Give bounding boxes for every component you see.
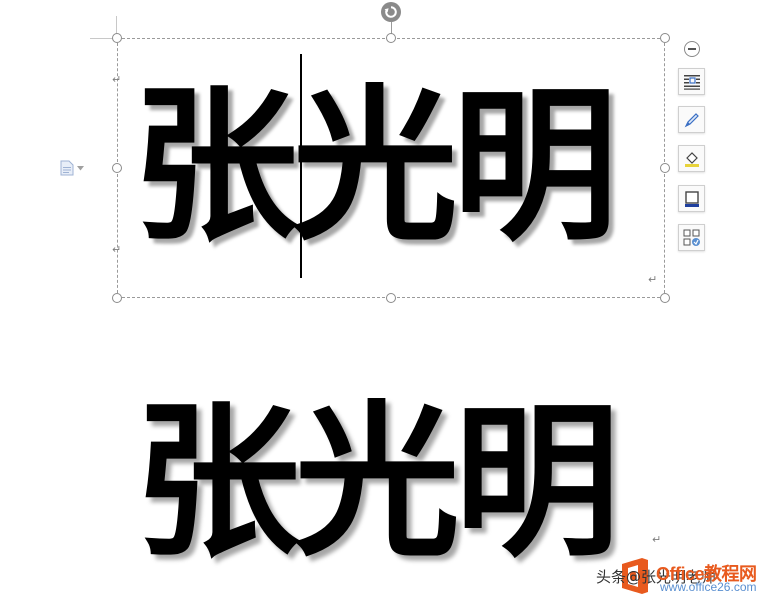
- pen-icon: [684, 112, 699, 127]
- layout-options-button[interactable]: [678, 68, 705, 95]
- text-cursor: [300, 54, 302, 278]
- fill-bucket-icon: [684, 151, 699, 167]
- shape-outline-button[interactable]: [678, 185, 705, 212]
- resize-handle-bottom-center[interactable]: [386, 293, 396, 303]
- resize-handle-bottom-left[interactable]: [112, 293, 122, 303]
- layout-anchor-indicator[interactable]: [60, 160, 84, 176]
- resize-handle-bottom-right[interactable]: [660, 293, 670, 303]
- shapes-grid-icon: [683, 229, 700, 246]
- collapse-tools-button[interactable]: [684, 41, 700, 57]
- paragraph-mark: ↵: [648, 273, 658, 286]
- paragraph-mark: ↵: [652, 533, 662, 546]
- body-name-text[interactable]: 张光明: [134, 400, 620, 566]
- resize-handle-middle-right[interactable]: [660, 163, 670, 173]
- resize-handle-middle-left[interactable]: [112, 163, 122, 173]
- rotate-icon: [384, 6, 397, 18]
- paragraph-mark: ↵: [112, 73, 122, 86]
- more-options-button[interactable]: [678, 224, 705, 251]
- resize-handle-top-center[interactable]: [386, 33, 396, 43]
- shape-style-button[interactable]: [678, 106, 705, 133]
- outline-square-icon: [684, 190, 699, 207]
- shape-fill-button[interactable]: [678, 145, 705, 172]
- document-icon: [60, 160, 74, 176]
- watermark-logo-url: www.office26.com: [660, 580, 757, 594]
- minus-circle-icon: [688, 48, 696, 50]
- document-canvas: 张光明 ↵ ↵ ↵ 张光明 ↵ 头条@张光明老师 Office教程网 www.o…: [0, 0, 783, 606]
- chevron-down-icon: [77, 165, 84, 170]
- resize-handle-top-right[interactable]: [660, 33, 670, 43]
- resize-handle-top-left[interactable]: [112, 33, 122, 43]
- paragraph-mark: ↵: [112, 243, 122, 256]
- textbox-name-text[interactable]: 张光明: [132, 84, 618, 250]
- rotate-handle[interactable]: [381, 2, 401, 22]
- text-wrap-icon: [683, 74, 700, 90]
